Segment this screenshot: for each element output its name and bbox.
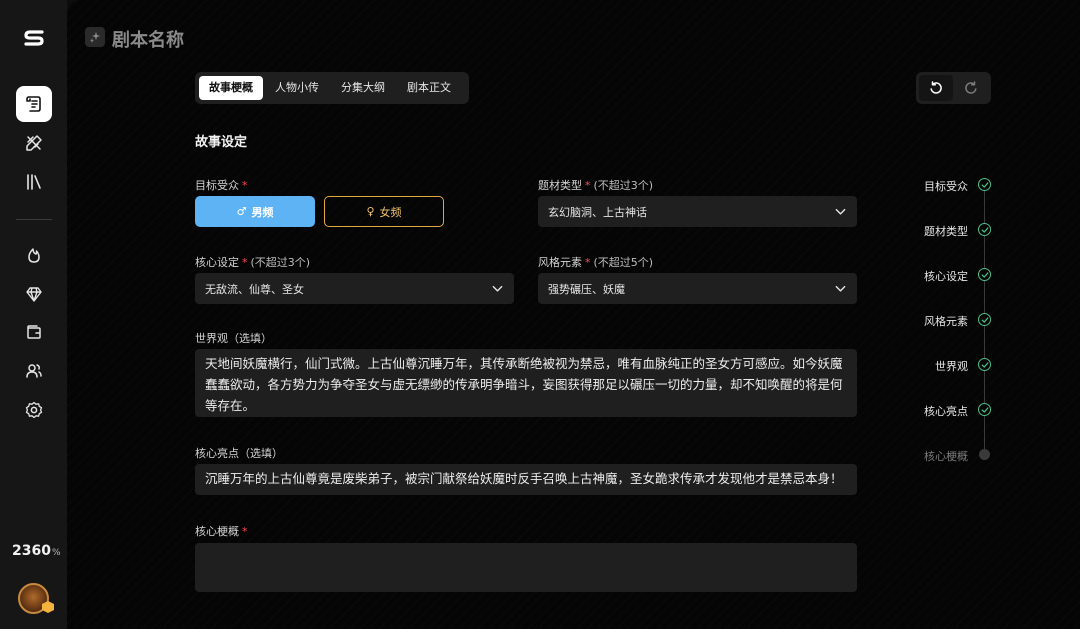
required-mark: * (585, 256, 591, 269)
core-setting-label: 核心设定 * (不超过3个) (195, 254, 310, 270)
female-audience-button[interactable]: ♀ 女频 (324, 196, 444, 227)
tab-bar: 故事梗概 人物小传 分集大纲 剧本正文 (195, 72, 469, 104)
genre-value: 玄幻脑洞、上古神话 (548, 205, 647, 219)
check-circle-icon (978, 358, 991, 371)
undo-icon (930, 81, 942, 94)
check-circle-icon (978, 178, 991, 191)
male-audience-button[interactable]: ♂ 男频 (195, 196, 315, 227)
step-core-setting[interactable]: 核心设定 (924, 268, 968, 284)
sidebar: 2360% (0, 0, 67, 629)
page-title[interactable]: 剧本名称 (112, 26, 184, 52)
nav-users-icon[interactable] (16, 353, 52, 389)
step-highlight[interactable]: 核心亮点 (924, 403, 968, 419)
main-panel: 剧本名称 故事梗概 人物小传 分集大纲 剧本正文 故事设定 目标受众 * ♂ 男频 (67, 0, 1080, 629)
app-window: 2360% 剧本名称 故事梗概 人物小传 分集大纲 剧本正文 故事设定 目标受众… (0, 0, 1080, 629)
synopsis-label: 核心梗概 * (195, 523, 251, 539)
nav-hot-icon[interactable] (16, 237, 52, 273)
genre-label-text: 题材类型 (538, 179, 582, 192)
synopsis-label-text: 核心梗概 (195, 525, 239, 538)
style-label: 风格元素 * (不超过5个) (538, 254, 653, 270)
style-value: 强势碾压、妖魔 (548, 282, 625, 296)
core-setting-hint: (不超过3个) (250, 256, 311, 269)
chevron-down-icon (835, 208, 846, 215)
required-mark: * (242, 179, 248, 192)
chevron-down-icon (835, 285, 846, 292)
chevron-down-icon (492, 285, 503, 292)
app-logo-icon[interactable] (22, 27, 46, 49)
tab-character-bios[interactable]: 人物小传 (265, 76, 329, 100)
style-label-text: 风格元素 (538, 256, 582, 269)
female-icon: ♀ (366, 205, 375, 218)
check-circle-icon (978, 403, 991, 416)
worldview-textarea[interactable]: 天地间妖魔横行，仙门式微。上古仙尊沉睡万年，其传承断绝被视为禁忌，唯有血脉纯正的… (195, 349, 857, 417)
genre-select[interactable]: 玄幻脑洞、上古神话 (538, 196, 857, 227)
female-label: 女频 (379, 205, 402, 219)
core-setting-select[interactable]: 无敌流、仙尊、圣女 (195, 273, 514, 304)
genre-label: 题材类型 * (不超过3个) (538, 177, 653, 193)
check-circle-icon (978, 268, 991, 281)
male-label: 男频 (251, 205, 274, 219)
nav-tools-icon[interactable] (16, 125, 52, 161)
style-select[interactable]: 强势碾压、妖魔 (538, 273, 857, 304)
step-genre[interactable]: 题材类型 (924, 223, 968, 239)
nav-diamond-icon[interactable] (16, 276, 52, 312)
worldview-label: 世界观（选填） (195, 332, 272, 345)
pending-dot-icon (979, 449, 990, 460)
genre-hint: (不超过3个) (593, 179, 654, 192)
male-icon: ♂ (236, 205, 247, 218)
redo-icon (965, 81, 977, 94)
step-synopsis[interactable]: 核心梗概 (924, 448, 968, 464)
synopsis-textarea[interactable] (195, 543, 857, 592)
nav-script-icon[interactable] (16, 86, 52, 122)
undo-button[interactable] (919, 75, 953, 101)
highlight-label: 核心亮点（选填） (195, 447, 283, 460)
required-mark: * (585, 179, 591, 192)
points-value: 2360 (12, 543, 51, 559)
points-unit: % (51, 548, 61, 558)
audience-label: 目标受众 * (195, 177, 251, 193)
sidebar-divider (16, 219, 52, 220)
section-title: 故事设定 (195, 135, 248, 150)
required-mark: * (242, 525, 248, 538)
core-setting-value: 无敌流、仙尊、圣女 (205, 282, 304, 296)
sparkle-icon (85, 27, 105, 47)
audience-label-text: 目标受众 (195, 179, 239, 192)
step-worldview[interactable]: 世界观 (935, 358, 968, 374)
redo-button[interactable] (955, 75, 989, 101)
tab-episode-outline[interactable]: 分集大纲 (331, 76, 395, 100)
points-balance: 2360% (12, 543, 61, 559)
step-style[interactable]: 风格元素 (924, 313, 968, 329)
tab-story-synopsis[interactable]: 故事梗概 (199, 76, 263, 100)
nav-settings-icon[interactable] (16, 392, 52, 428)
check-circle-icon (978, 223, 991, 236)
required-mark: * (242, 256, 248, 269)
tab-script-body[interactable]: 剧本正文 (397, 76, 461, 100)
check-circle-icon (978, 313, 991, 326)
undo-redo-group (916, 72, 991, 104)
style-hint: (不超过5个) (593, 256, 654, 269)
core-setting-label-text: 核心设定 (195, 256, 239, 269)
nav-wallet-icon[interactable] (16, 314, 52, 350)
highlight-textarea[interactable]: 沉睡万年的上古仙尊竟是废柴弟子，被宗门献祭给妖魔时反手召唤上古神魔，圣女跪求传承… (195, 464, 857, 495)
nav-library-icon[interactable] (16, 164, 52, 200)
step-audience[interactable]: 目标受众 (924, 178, 968, 194)
